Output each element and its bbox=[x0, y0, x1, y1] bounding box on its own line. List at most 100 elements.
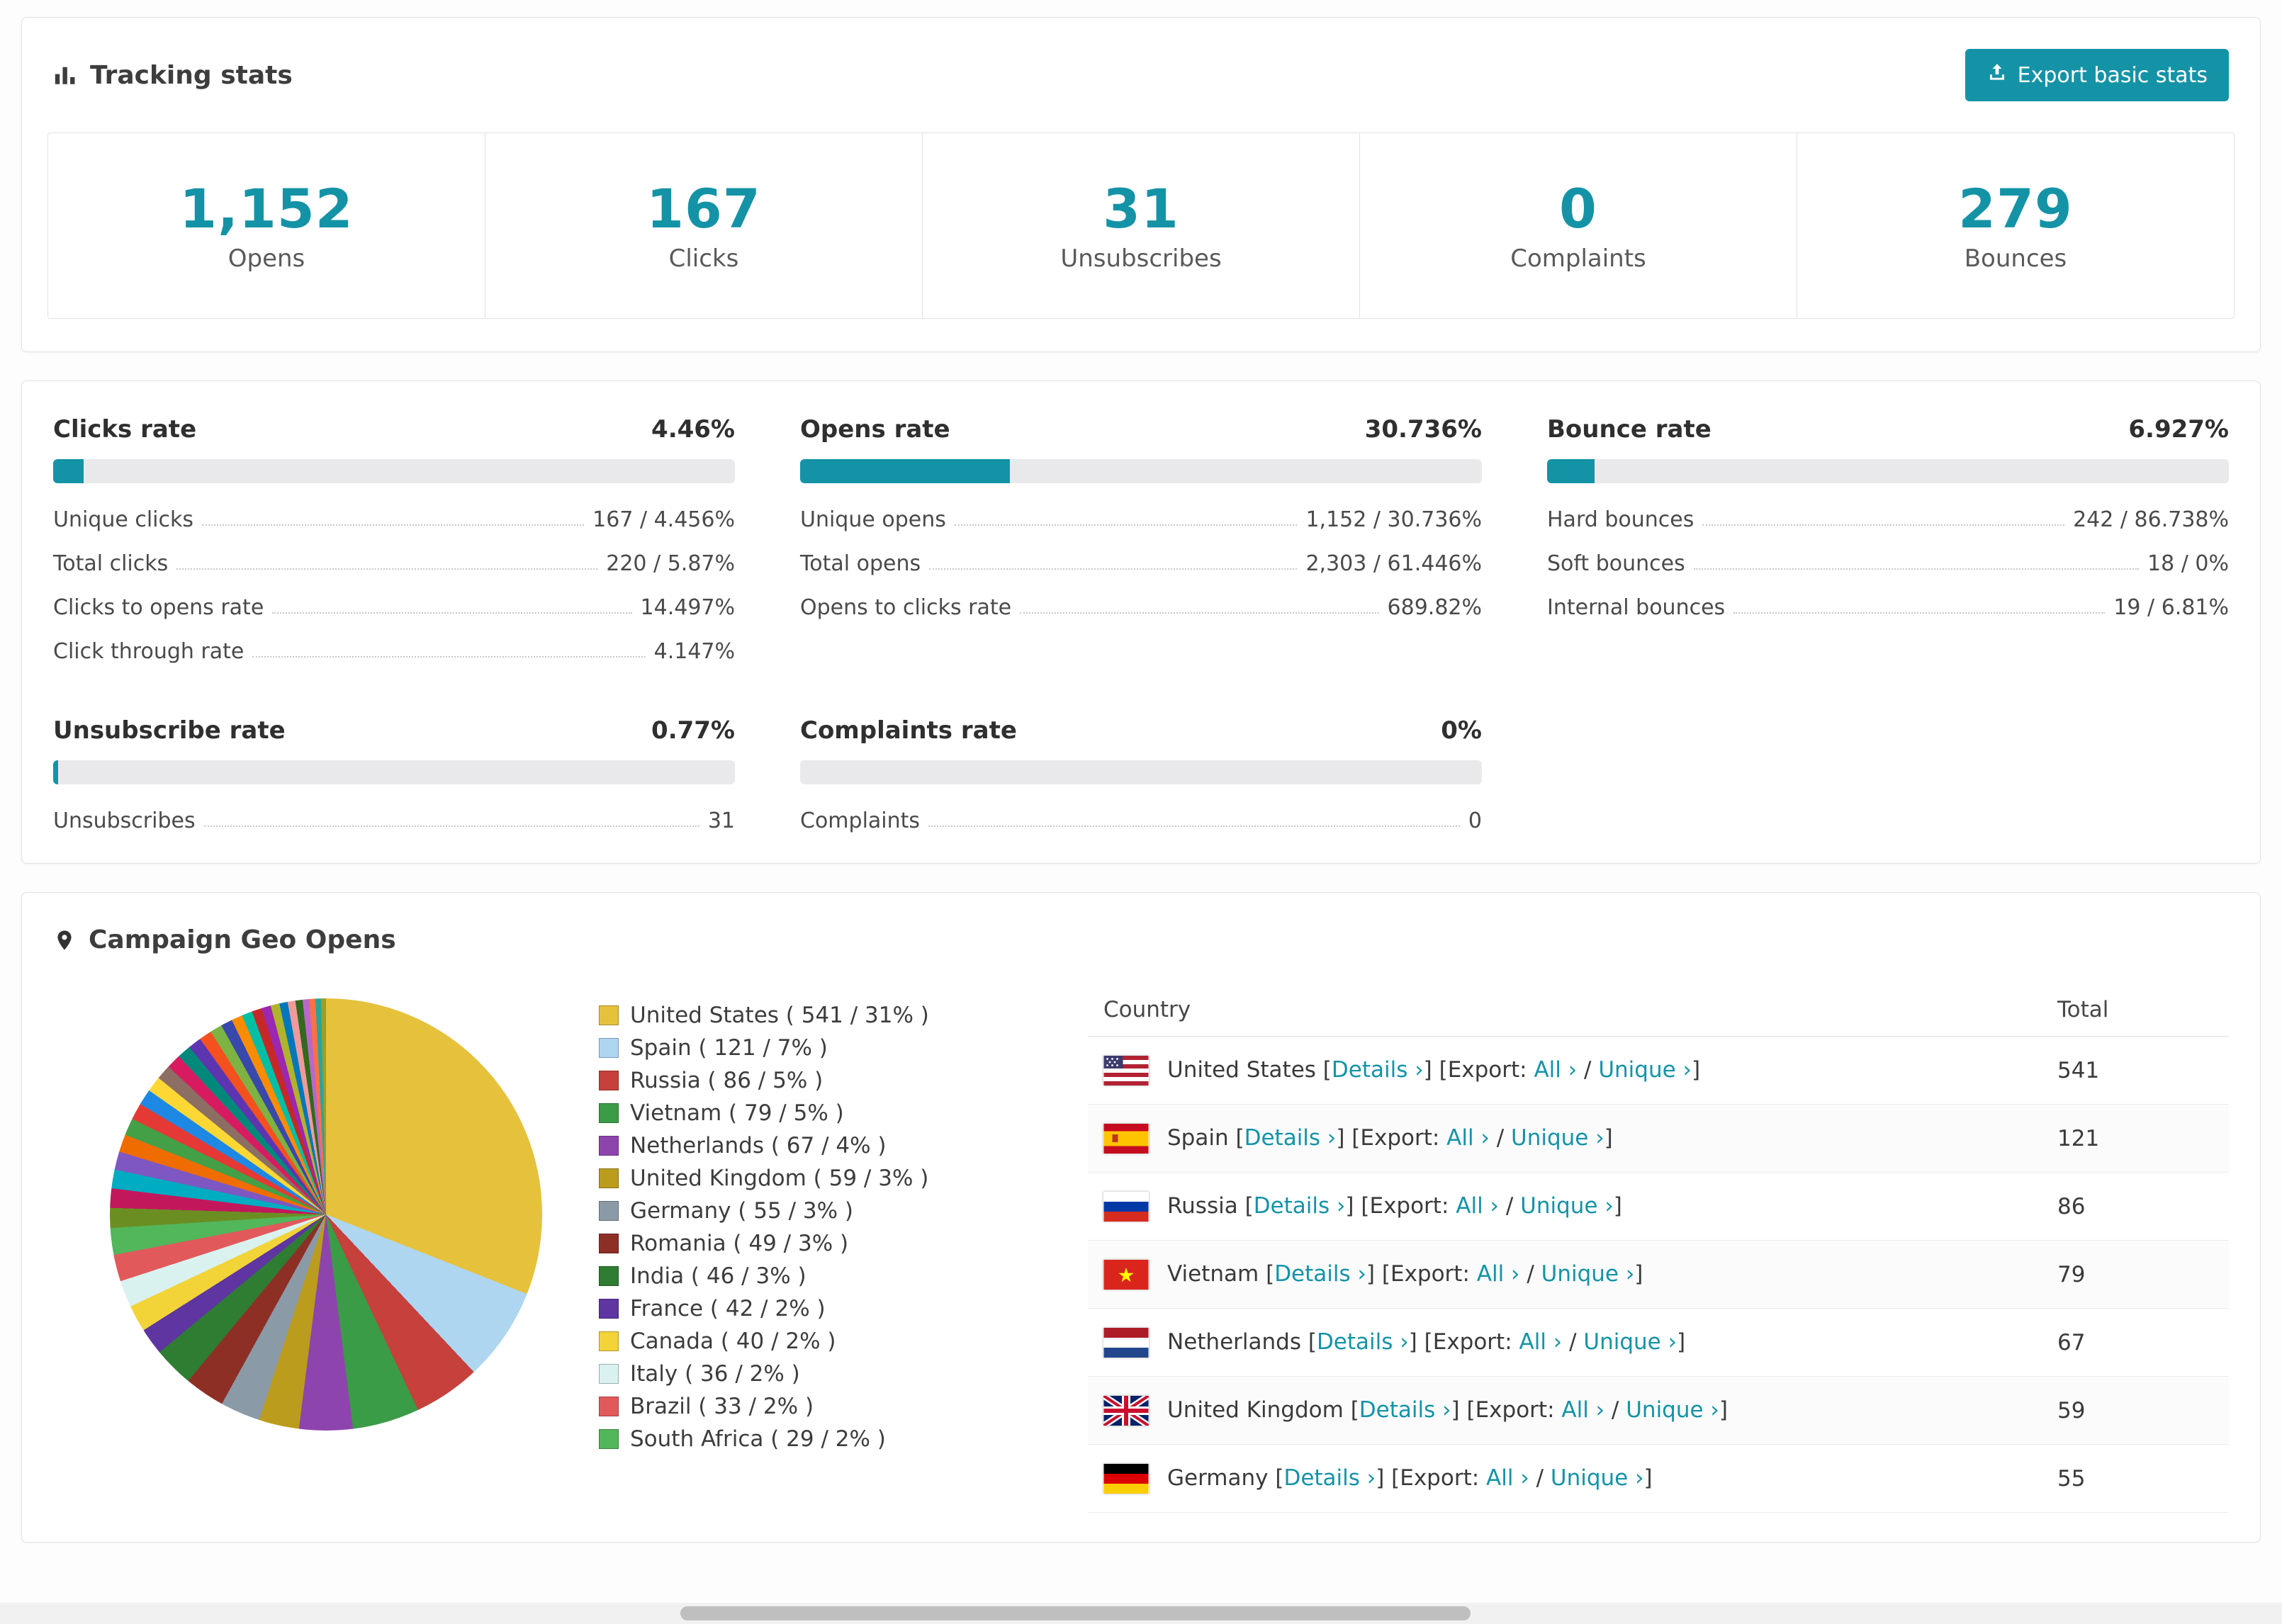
legend-label: Vietnam ( 79 / 5% ) bbox=[630, 1100, 844, 1126]
legend-swatch bbox=[599, 1005, 619, 1025]
geo-pie-wrap bbox=[53, 983, 599, 1513]
rate-row-value: 242 / 86.738% bbox=[2073, 507, 2229, 532]
export-all-link[interactable]: All › bbox=[1486, 1465, 1529, 1491]
rate-progress-fill bbox=[1547, 459, 1595, 483]
summary-stat: 0 Complaints bbox=[1360, 133, 1797, 318]
legend-swatch bbox=[599, 1038, 619, 1058]
export-all-link[interactable]: All › bbox=[1519, 1329, 1563, 1355]
country-total: 67 bbox=[2057, 1329, 2086, 1355]
details-link[interactable]: Details › bbox=[1332, 1057, 1424, 1083]
details-link[interactable]: Details › bbox=[1283, 1465, 1376, 1491]
legend-label: Romania ( 49 / 3% ) bbox=[630, 1231, 849, 1256]
country-total: 55 bbox=[2057, 1465, 2086, 1492]
export-unique-link[interactable]: Unique › bbox=[1551, 1465, 1644, 1491]
legend-label: Canada ( 40 / 2% ) bbox=[630, 1329, 836, 1354]
country-name: United States bbox=[1167, 1057, 1316, 1083]
legend-item: Italy ( 36 / 2% ) bbox=[599, 1361, 1088, 1387]
rate-row-value: 19 / 6.81% bbox=[2113, 595, 2229, 620]
details-link[interactable]: Details › bbox=[1317, 1329, 1409, 1355]
export-all-link[interactable]: All › bbox=[1534, 1057, 1577, 1083]
country-name: Spain bbox=[1167, 1125, 1229, 1151]
campaign-geo-opens-card: Campaign Geo Opens United States ( 541 /… bbox=[21, 892, 2261, 1543]
rate-row-value: 4.147% bbox=[653, 639, 735, 664]
legend-label: India ( 46 / 3% ) bbox=[630, 1263, 806, 1289]
legend-swatch bbox=[599, 1071, 619, 1090]
country-flag-icon bbox=[1103, 1259, 1149, 1290]
country-name: Germany bbox=[1167, 1465, 1269, 1492]
dotted-leader bbox=[1693, 568, 2140, 570]
summary-stat-label: Opens bbox=[227, 244, 305, 273]
country-total: 541 bbox=[2057, 1057, 2100, 1083]
dotted-leader bbox=[1020, 612, 1379, 614]
table-row: Russia [Details ›] [Export: All › / Uniq… bbox=[1088, 1173, 2229, 1241]
rate-progress-bar bbox=[53, 760, 735, 784]
summary-stat: 167 Clicks bbox=[485, 133, 923, 318]
legend-label: United States ( 541 / 31% ) bbox=[630, 1003, 929, 1028]
legend-item: United Kingdom ( 59 / 3% ) bbox=[599, 1166, 1088, 1191]
export-unique-link[interactable]: Unique › bbox=[1520, 1193, 1614, 1219]
export-unique-link[interactable]: Unique › bbox=[1541, 1261, 1635, 1287]
legend-swatch bbox=[599, 1397, 619, 1416]
summary-stat-value: 31 bbox=[1103, 177, 1179, 240]
rate-block: Clicks rate 4.46% Unique clicks 167 / 4.… bbox=[53, 415, 735, 664]
rate-progress-fill bbox=[53, 760, 59, 784]
rate-progress-fill bbox=[53, 459, 84, 483]
export-all-link[interactable]: All › bbox=[1477, 1261, 1520, 1287]
export-unique-link[interactable]: Unique › bbox=[1626, 1397, 1719, 1423]
export-basic-stats-button[interactable]: Export basic stats bbox=[1965, 49, 2229, 101]
summary-stat-label: Complaints bbox=[1510, 244, 1646, 273]
details-link[interactable]: Details › bbox=[1244, 1125, 1337, 1151]
rate-row-value: 1,152 / 30.736% bbox=[1305, 507, 1482, 532]
rate-row: Unique opens 1,152 / 30.736% bbox=[800, 507, 1482, 532]
legend-label: Russia ( 86 / 5% ) bbox=[630, 1068, 824, 1093]
export-all-link[interactable]: All › bbox=[1456, 1193, 1499, 1219]
summary-stat-value: 1,152 bbox=[179, 177, 354, 240]
rate-progress-bar bbox=[53, 459, 735, 483]
rate-block: Complaints rate 0% Complaints 0 bbox=[800, 716, 1482, 833]
horizontal-scrollbar-thumb[interactable] bbox=[680, 1606, 1471, 1620]
legend-item: Romania ( 49 / 3% ) bbox=[599, 1231, 1088, 1256]
geo-body: United States ( 541 / 31% ) Spain ( 121 … bbox=[22, 973, 2260, 1513]
country-name: Netherlands bbox=[1167, 1329, 1301, 1355]
legend-label: France ( 42 / 2% ) bbox=[630, 1296, 826, 1321]
details-link[interactable]: Details › bbox=[1254, 1193, 1346, 1219]
legend-item: India ( 46 / 3% ) bbox=[599, 1263, 1088, 1289]
summary-stat-label: Clicks bbox=[668, 244, 739, 273]
country-flag-icon bbox=[1103, 1395, 1149, 1426]
column-country: Country bbox=[1103, 996, 1191, 1022]
geo-table: Country Total United States [Details ›] … bbox=[1088, 983, 2229, 1513]
country-flag-icon bbox=[1103, 1123, 1149, 1154]
legend-swatch bbox=[599, 1168, 619, 1188]
export-unique-link[interactable]: Unique › bbox=[1598, 1057, 1692, 1083]
details-link[interactable]: Details › bbox=[1359, 1397, 1451, 1423]
country-name: Russia bbox=[1167, 1193, 1238, 1219]
rate-progress-bar bbox=[800, 760, 1482, 784]
export-all-link[interactable]: All › bbox=[1561, 1397, 1604, 1423]
legend-item: Vietnam ( 79 / 5% ) bbox=[599, 1100, 1088, 1126]
rate-row-label: Click through rate bbox=[53, 639, 244, 664]
details-link[interactable]: Details › bbox=[1274, 1261, 1366, 1287]
dotted-leader bbox=[252, 656, 646, 658]
dotted-leader bbox=[202, 524, 585, 526]
rate-row-label: Unique opens bbox=[800, 507, 946, 532]
country-flag-icon bbox=[1103, 1327, 1149, 1358]
rate-row: Clicks to opens rate 14.497% bbox=[53, 595, 735, 620]
dotted-leader bbox=[176, 568, 598, 570]
summary-stat-label: Unsubscribes bbox=[1060, 244, 1222, 273]
bar-chart-icon bbox=[53, 63, 77, 87]
export-unique-link[interactable]: Unique › bbox=[1583, 1329, 1677, 1355]
rate-row: Click through rate 4.147% bbox=[53, 639, 735, 664]
dotted-leader bbox=[928, 825, 1460, 827]
rate-row-value: 220 / 5.87% bbox=[606, 551, 735, 576]
rate-row: Opens to clicks rate 689.82% bbox=[800, 595, 1482, 620]
rate-row-value: 18 / 0% bbox=[2147, 551, 2229, 576]
rate-row-label: Unsubscribes bbox=[53, 808, 196, 833]
legend-label: Spain ( 121 / 7% ) bbox=[630, 1035, 828, 1061]
legend-swatch bbox=[599, 1364, 619, 1384]
column-total: Total bbox=[2057, 996, 2109, 1022]
legend-swatch bbox=[599, 1331, 619, 1351]
export-all-link[interactable]: All › bbox=[1446, 1125, 1490, 1151]
rate-progress-fill bbox=[800, 459, 1010, 483]
legend-item: Brazil ( 33 / 2% ) bbox=[599, 1394, 1088, 1419]
export-unique-link[interactable]: Unique › bbox=[1511, 1125, 1604, 1151]
